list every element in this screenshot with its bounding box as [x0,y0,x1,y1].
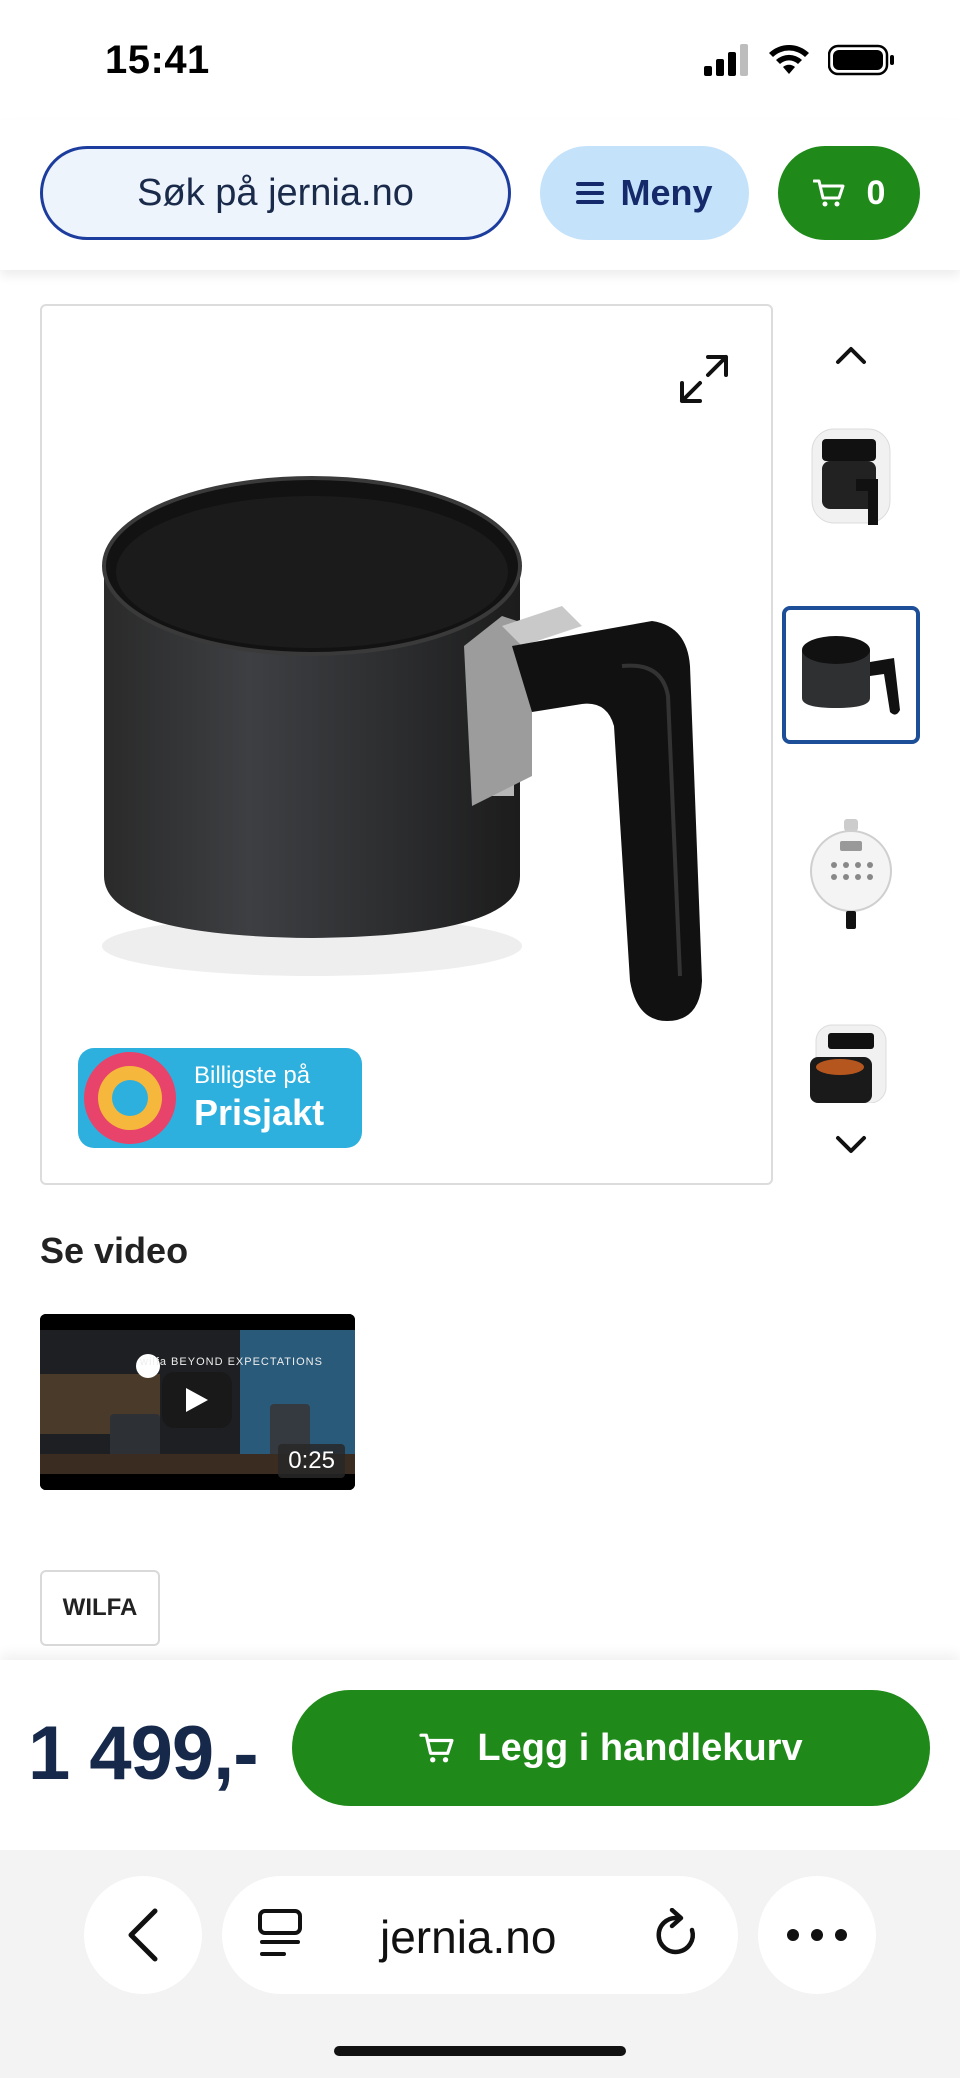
thumbnail-airfryer-front[interactable] [782,404,920,542]
menu-label: Meny [620,172,713,213]
badge-caption: Billigste på [194,1062,311,1089]
address-bar[interactable]: jernia.no [222,1876,738,1994]
home-indicator [334,2046,626,2056]
badge-brand: Prisjakt [194,1092,325,1133]
status-icons [704,44,896,76]
chevron-up-icon[interactable] [826,334,876,374]
thumbnail-airfryer-open[interactable] [782,994,920,1132]
basket-thumbnail-image [802,636,900,715]
thumbnail-control-panel[interactable] [782,804,920,942]
search-label: Søk på jernia.no [137,171,414,214]
prisjakt-badge[interactable]: Billigste på Prisjakt [78,1048,362,1148]
thumbnail-strip [782,304,920,1185]
expand-icon[interactable] [676,351,732,407]
buy-bar: 1 499,- Legg i handlekurv [0,1660,960,1850]
airfryer-thumbnail-image [811,428,891,525]
menu-button[interactable]: Meny [540,146,749,240]
control-panel-thumbnail-image [810,819,892,929]
video-heading: Se video [40,1230,189,1271]
product-image-basket [102,476,702,1021]
airfryer-open-thumbnail-image [810,1024,887,1103]
battery-icon [828,44,894,76]
wifi-icon [769,45,809,74]
brand-name: WILFA [62,1594,138,1621]
play-button[interactable] [162,1372,232,1428]
cart-button[interactable]: 0 [778,146,920,240]
brand-tag[interactable]: WILFA [40,1570,160,1646]
more-options-button[interactable] [758,1876,876,1994]
status-bar: 15:41 [0,0,960,120]
back-arrow-icon [128,1908,158,1962]
chevron-down-icon[interactable] [826,1124,876,1164]
cart-count: 0 [866,173,886,212]
video-thumbnail[interactable]: wilfa BEYOND EXPECTATIONS 0:25 [40,1314,355,1490]
prisjakt-logo-icon [84,1052,176,1144]
play-icon [186,1388,208,1412]
video-brand-overlay: wilfa BEYOND EXPECTATIONS [140,1356,323,1368]
status-time: 15:41 [105,38,210,82]
ellipsis-icon [787,1929,847,1941]
add-to-cart-button[interactable]: Legg i handlekurv [292,1690,930,1806]
add-to-cart-label: Legg i handlekurv [477,1726,803,1769]
search-input[interactable]: Søk på jernia.no [40,146,511,240]
browser-toolbar: jernia.no [0,1850,960,2078]
thumbnail-basket[interactable] [782,606,920,744]
tabs-icon[interactable] [256,1908,304,1962]
hamburger-icon [576,182,605,204]
product-price: 1 499,- [28,1711,259,1796]
reload-icon[interactable] [652,1908,702,1962]
site-header: Søk på jernia.no Meny 0 [0,120,960,270]
cart-icon [812,179,845,207]
back-button[interactable] [84,1876,202,1994]
product-main-image[interactable]: Billigste på Prisjakt [40,304,773,1185]
cart-icon [419,1733,454,1763]
url-text: jernia.no [380,1911,557,1963]
video-duration: 0:25 [278,1444,345,1478]
signal-icon [704,44,748,76]
